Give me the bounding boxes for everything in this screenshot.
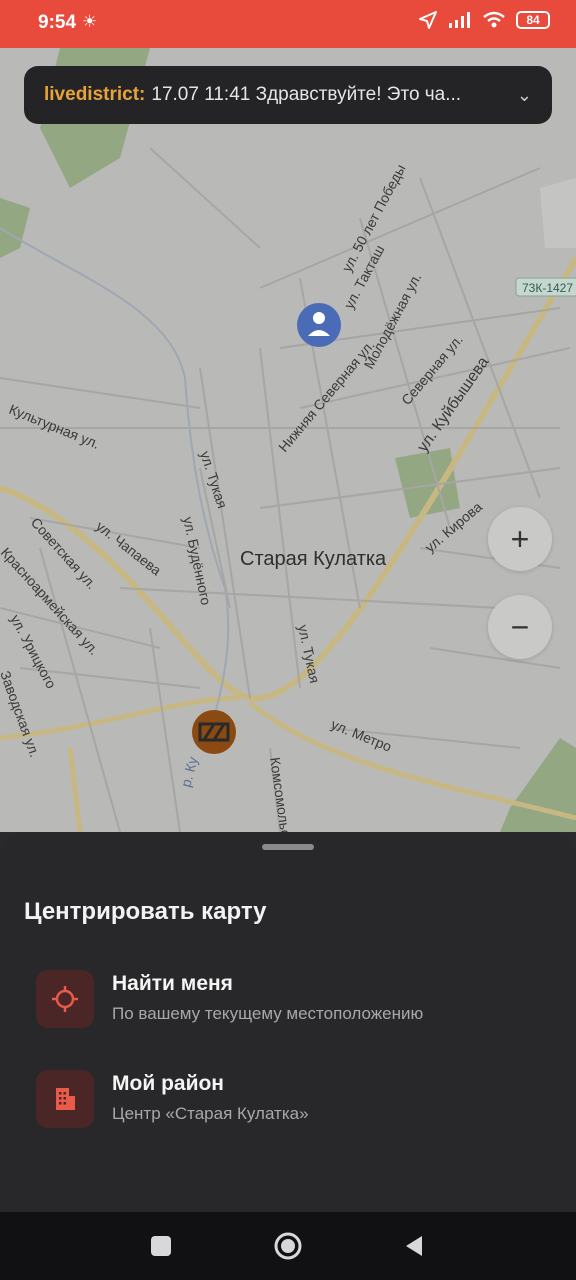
my-district-title: Мой район xyxy=(112,1072,224,1095)
battery-icon: 84 xyxy=(516,11,550,29)
user-location-icon[interactable] xyxy=(297,303,341,347)
zoom-out-button[interactable]: − xyxy=(488,595,552,659)
street-label: Заводская ул. xyxy=(0,669,43,760)
wifi-icon xyxy=(483,11,505,28)
zoom-in-button[interactable]: + xyxy=(488,507,552,571)
roadwork-icon[interactable] xyxy=(192,710,236,754)
nav-back-icon[interactable] xyxy=(396,1228,432,1264)
street-label: ул. Чапаева xyxy=(93,518,164,579)
my-district-subtitle: Центр «Старая Кулатка» xyxy=(112,1104,309,1123)
street-label: Нижняя Северная ул. xyxy=(275,337,378,455)
location-arrow-icon xyxy=(419,11,437,29)
find-me-option[interactable]: Найти меня По вашему текущему местополож… xyxy=(36,970,556,1030)
road-badge: 73К-1427 xyxy=(522,281,573,295)
crosshair-icon xyxy=(36,970,94,1028)
street-label: Культурная ул. xyxy=(7,401,102,452)
street-label: ул. Будённого xyxy=(180,515,214,606)
notification-emoji-icon: ☀ xyxy=(82,12,98,31)
status-bar: 9:54 ☀ 84 xyxy=(0,0,576,48)
sheet-title: Центрировать карту xyxy=(24,898,267,925)
street-label: ул. Метро xyxy=(329,716,394,755)
signal-icon xyxy=(449,12,470,28)
chevron-down-icon[interactable]: ⌄ xyxy=(517,85,532,106)
find-me-title: Найти меня xyxy=(112,972,233,995)
sheet-drag-handle[interactable] xyxy=(262,844,314,850)
building-icon xyxy=(36,1070,94,1128)
river-label: р. Ку xyxy=(177,755,200,789)
town-label: Старая Кулатка xyxy=(240,548,387,570)
status-icons: 84 xyxy=(418,10,550,30)
status-time: 9:54 xyxy=(38,12,77,33)
map-view[interactable]: ул. 50 лет Победы ул. Такташ Молодёжная … xyxy=(0,48,576,832)
map-canvas: ул. 50 лет Победы ул. Такташ Молодёжная … xyxy=(0,48,576,832)
center-map-sheet: Центрировать карту Найти меня По вашему … xyxy=(0,832,576,1212)
street-label: Красноармейская ул. xyxy=(0,544,102,658)
battery-level: 84 xyxy=(526,13,540,27)
nav-home-icon[interactable] xyxy=(270,1228,306,1264)
nav-square-icon[interactable] xyxy=(143,1228,179,1264)
chat-notification[interactable]: livedistrict: 17.07 11:41 Здравствуйте! … xyxy=(24,66,552,124)
notification-sender: livedistrict: xyxy=(44,84,146,105)
notification-text: 17.07 11:41 Здравствуйте! Это ча... xyxy=(151,84,462,105)
street-label: Комсомольская xyxy=(267,756,297,832)
system-nav-bar xyxy=(0,1212,576,1280)
my-district-option[interactable]: Мой район Центр «Старая Кулатка» xyxy=(36,1070,556,1130)
find-me-subtitle: По вашему текущему местоположению xyxy=(112,1004,424,1023)
